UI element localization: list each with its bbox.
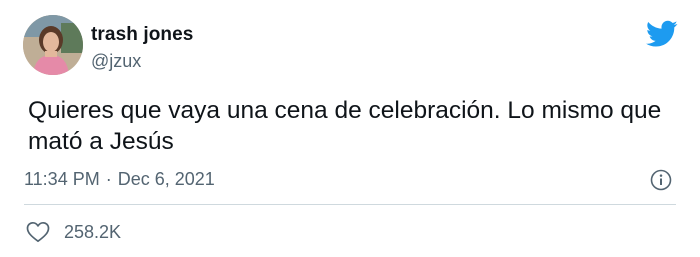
meta-separator: ·	[105, 169, 112, 189]
twitter-bird-icon[interactable]	[646, 20, 678, 48]
tweet-date[interactable]: Dec 6, 2021	[118, 169, 215, 190]
author-handle[interactable]: @jzux	[91, 51, 141, 72]
like-button[interactable]: 258.2K	[26, 219, 121, 245]
tweet-timestamp[interactable]: 11:34 PM · Dec 6, 2021	[24, 169, 215, 190]
tweet-text: Quieres que vaya una cena de celebración…	[28, 97, 662, 155]
like-count: 258.2K	[64, 221, 122, 242]
heart-icon	[26, 221, 50, 243]
divider	[24, 204, 676, 205]
profile-photo	[23, 15, 83, 75]
tweet-card: trash jones @jzux Quieres que vaya una c…	[0, 0, 700, 257]
info-icon[interactable]	[650, 169, 672, 191]
author-name[interactable]: trash jones	[91, 24, 193, 46]
avatar[interactable]	[23, 15, 83, 75]
tweet-time[interactable]: 11:34 PM	[24, 169, 100, 190]
